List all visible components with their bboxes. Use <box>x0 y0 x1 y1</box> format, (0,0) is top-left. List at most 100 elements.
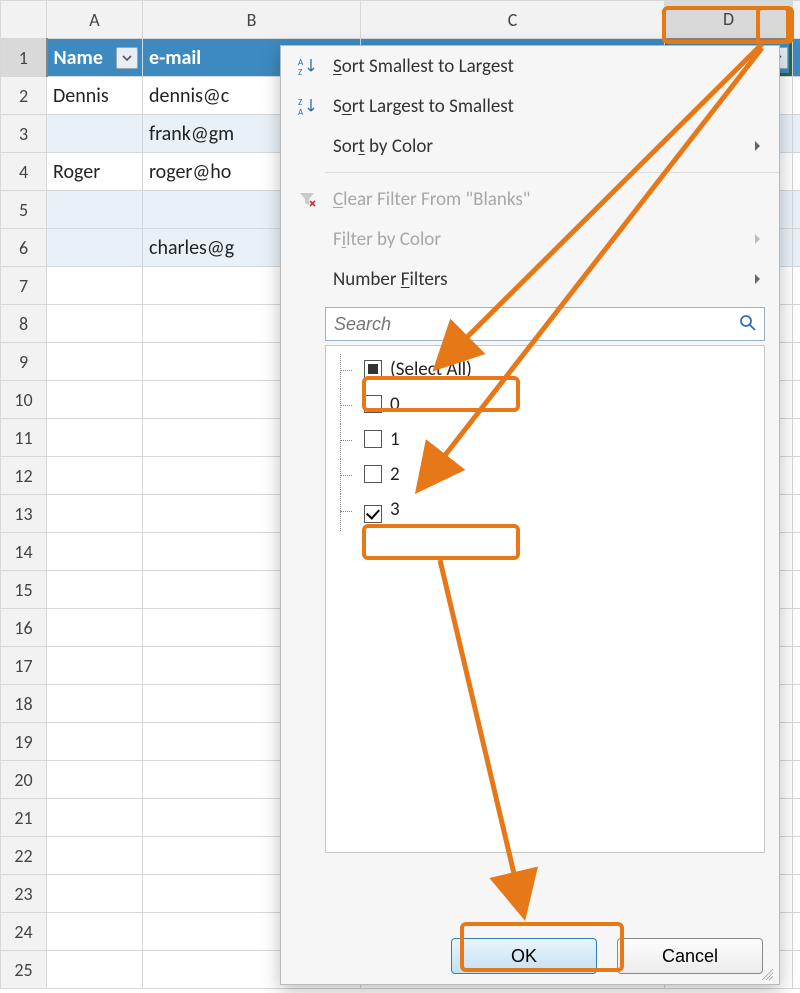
checkbox-icon[interactable] <box>364 395 382 413</box>
cell[interactable] <box>793 77 800 115</box>
cell[interactable] <box>47 381 143 419</box>
filter-search-input[interactable] <box>325 307 765 341</box>
cancel-button[interactable]: Cancel <box>617 938 763 974</box>
filter-item-3[interactable]: 3 <box>330 492 760 529</box>
cell[interactable] <box>47 951 143 989</box>
cell[interactable] <box>793 533 800 571</box>
filter-item-0[interactable]: 0 <box>330 387 760 422</box>
col-header-D[interactable]: D <box>665 1 793 39</box>
row-header[interactable]: 16 <box>1 609 47 647</box>
checkbox-checked-icon[interactable] <box>364 505 382 523</box>
row-header[interactable]: 12 <box>1 457 47 495</box>
sort-asc[interactable]: AZ Sort Smallest to Largest <box>281 46 779 86</box>
resize-grip-icon[interactable] <box>759 966 773 980</box>
row-header[interactable]: 22 <box>1 837 47 875</box>
row-header[interactable]: 7 <box>1 267 47 305</box>
cell[interactable] <box>793 39 800 77</box>
filter-values-list[interactable]: (Select All) 0 1 2 3 <box>325 345 765 853</box>
cell[interactable] <box>47 571 143 609</box>
cell[interactable] <box>47 495 143 533</box>
row-header[interactable]: 11 <box>1 419 47 457</box>
checkbox-indeterminate-icon[interactable] <box>364 360 382 378</box>
cell[interactable] <box>793 951 800 989</box>
row-header[interactable]: 17 <box>1 647 47 685</box>
cell[interactable] <box>793 229 800 267</box>
row-header[interactable]: 19 <box>1 723 47 761</box>
row-header[interactable]: 25 <box>1 951 47 989</box>
cell[interactable] <box>793 495 800 533</box>
row-header[interactable]: 2 <box>1 77 47 115</box>
cell[interactable] <box>47 305 143 343</box>
row-header[interactable]: 8 <box>1 305 47 343</box>
cell[interactable] <box>47 799 143 837</box>
row-header[interactable]: 14 <box>1 533 47 571</box>
filter-item-2[interactable]: 2 <box>330 457 760 492</box>
select-all-cell[interactable] <box>1 1 47 39</box>
cell[interactable] <box>793 609 800 647</box>
cell[interactable]: Roger <box>47 153 143 191</box>
cell[interactable] <box>793 837 800 875</box>
row-header[interactable]: 20 <box>1 761 47 799</box>
cell[interactable] <box>793 723 800 761</box>
cell[interactable] <box>793 305 800 343</box>
cell[interactable] <box>47 647 143 685</box>
cell[interactable] <box>47 115 143 153</box>
filter-drop-A[interactable] <box>116 47 138 69</box>
cell[interactable] <box>47 229 143 267</box>
row-header[interactable]: 18 <box>1 685 47 723</box>
row-header[interactable]: 3 <box>1 115 47 153</box>
cell[interactable] <box>793 419 800 457</box>
ok-button[interactable]: OK <box>451 938 597 974</box>
col-header-C[interactable]: C <box>361 1 665 39</box>
cell[interactable] <box>793 191 800 229</box>
col-header-E[interactable] <box>793 1 800 39</box>
row-header[interactable]: 23 <box>1 875 47 913</box>
cell[interactable] <box>793 115 800 153</box>
cell[interactable] <box>47 837 143 875</box>
cell[interactable] <box>793 343 800 381</box>
cell[interactable] <box>793 875 800 913</box>
checkbox-icon[interactable] <box>364 465 382 483</box>
row-header[interactable]: 4 <box>1 153 47 191</box>
cell[interactable] <box>47 723 143 761</box>
row-header[interactable]: 10 <box>1 381 47 419</box>
cell[interactable] <box>47 267 143 305</box>
cell[interactable] <box>47 609 143 647</box>
row-header[interactable]: 21 <box>1 799 47 837</box>
cell[interactable] <box>793 381 800 419</box>
cell[interactable] <box>793 457 800 495</box>
cell[interactable] <box>47 457 143 495</box>
sort-by-color[interactable]: Sort by Color <box>281 126 779 166</box>
row-header[interactable]: 15 <box>1 571 47 609</box>
filter-item-select-all[interactable]: (Select All) <box>330 352 760 387</box>
cell[interactable] <box>793 267 800 305</box>
checkbox-icon[interactable] <box>364 430 382 448</box>
col-header-A[interactable]: A <box>47 1 143 39</box>
cell[interactable] <box>793 913 800 951</box>
number-filters[interactable]: Number Filters <box>281 259 779 299</box>
row-header[interactable]: 6 <box>1 229 47 267</box>
cell[interactable] <box>47 343 143 381</box>
cell[interactable]: Dennis <box>47 77 143 115</box>
cell[interactable] <box>793 153 800 191</box>
row-header[interactable]: 24 <box>1 913 47 951</box>
filter-item-1[interactable]: 1 <box>330 422 760 457</box>
sort-desc[interactable]: ZA Sort Largest to Smallest <box>281 86 779 126</box>
row-header-1[interactable]: 1 <box>1 39 47 77</box>
cell[interactable] <box>793 571 800 609</box>
row-header[interactable]: 13 <box>1 495 47 533</box>
cell[interactable] <box>793 799 800 837</box>
cell[interactable] <box>47 191 143 229</box>
cell[interactable] <box>47 685 143 723</box>
row-header[interactable]: 5 <box>1 191 47 229</box>
cell[interactable] <box>47 533 143 571</box>
row-header[interactable]: 9 <box>1 343 47 381</box>
header-cell-name[interactable]: Name <box>47 39 143 77</box>
cell[interactable] <box>47 913 143 951</box>
cell[interactable] <box>47 419 143 457</box>
col-header-B[interactable]: B <box>143 1 361 39</box>
cell[interactable] <box>793 761 800 799</box>
cell[interactable] <box>47 875 143 913</box>
cell[interactable] <box>793 647 800 685</box>
cell[interactable] <box>793 685 800 723</box>
